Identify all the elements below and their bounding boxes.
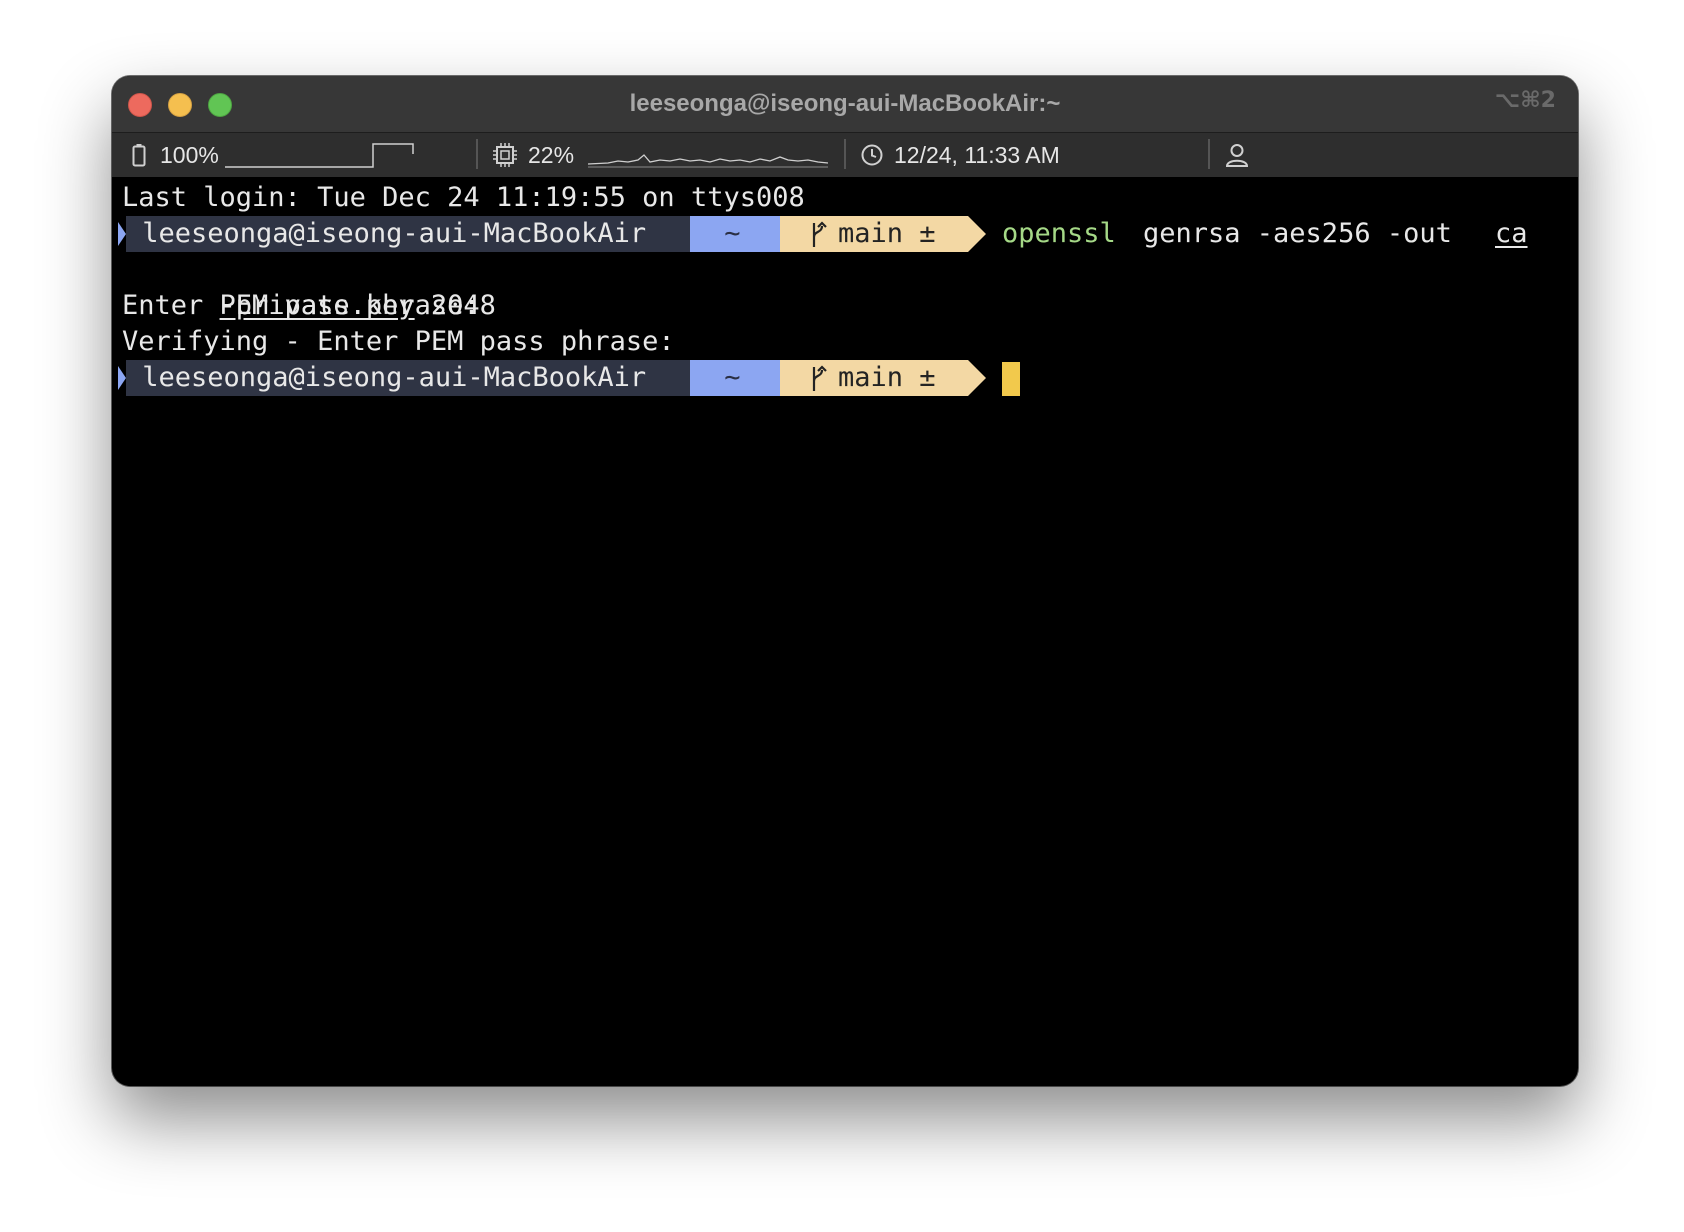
status-bar: 100% 22% 12/24, 11:33 AM bbox=[112, 133, 1578, 177]
user-status bbox=[1224, 133, 1250, 177]
cpu-label: 22% bbox=[528, 142, 575, 168]
git-branch-icon bbox=[812, 221, 827, 247]
command-continuation-line: -private.key 2048 bbox=[122, 252, 496, 321]
command-args: genrsa -aes256 -out bbox=[1143, 218, 1452, 249]
segment-arrow bbox=[968, 360, 986, 396]
clock-status: 12/24, 11:33 AM bbox=[860, 133, 1060, 177]
battery-status: 100% bbox=[132, 133, 415, 177]
prompt-branch: main ± bbox=[838, 218, 936, 249]
last-login-line: Last login: Tue Dec 24 11:19:55 on ttys0… bbox=[122, 182, 805, 213]
battery-sparkline bbox=[224, 143, 414, 168]
segment-arrow bbox=[968, 216, 986, 252]
title-bar[interactable]: leeseonga@iseong-aui-MacBookAir:~ ⌥⌘2 bbox=[112, 76, 1578, 133]
terminal-content[interactable]: Last login: Tue Dec 24 11:19:55 on ttys0… bbox=[118, 180, 1568, 1076]
prompt-branch: main ± bbox=[838, 362, 936, 393]
prompt-directory: ~ bbox=[690, 360, 780, 396]
prompt-line-1: leeseonga@iseong-aui-MacBookAir ~ main ±… bbox=[118, 216, 1568, 252]
prompt-user-host: leeseonga@iseong-aui-MacBookAir bbox=[126, 360, 690, 396]
prompt-git-segment: main ± bbox=[780, 216, 968, 252]
battery-icon bbox=[132, 144, 146, 167]
cpu-icon bbox=[493, 143, 517, 167]
clock-icon bbox=[861, 144, 883, 166]
window-title: leeseonga@iseong-aui-MacBookAir:~ bbox=[629, 90, 1061, 117]
prompt-line-2: leeseonga@iseong-aui-MacBookAir ~ main ± bbox=[118, 360, 1568, 396]
prompt-git-segment: main ± bbox=[780, 360, 968, 396]
prompt-start-marker bbox=[118, 366, 126, 390]
output-line: Enter PEM pass phrase: bbox=[122, 290, 480, 321]
clock-label: 12/24, 11:33 AM bbox=[894, 142, 1060, 168]
terminal-window[interactable]: leeseonga@iseong-aui-MacBookAir:~ ⌥⌘2 10… bbox=[112, 76, 1578, 1086]
prompt-user-host: leeseonga@iseong-aui-MacBookAir bbox=[126, 216, 690, 252]
output-line: Verifying - Enter PEM pass phrase: bbox=[122, 326, 675, 357]
tab-shortcut: ⌥⌘2 bbox=[1494, 88, 1556, 113]
cpu-sparkline bbox=[588, 154, 829, 168]
prompt-directory: ~ bbox=[690, 216, 780, 252]
prompt-start-marker bbox=[118, 222, 126, 246]
user-icon bbox=[1225, 144, 1249, 167]
git-branch-icon bbox=[812, 365, 827, 391]
command-program: openssl bbox=[1002, 218, 1116, 249]
battery-label: 100% bbox=[160, 142, 219, 168]
cpu-status: 22% bbox=[492, 133, 829, 177]
command-file-part1: ca bbox=[1495, 218, 1528, 249]
text-cursor bbox=[1002, 362, 1020, 396]
